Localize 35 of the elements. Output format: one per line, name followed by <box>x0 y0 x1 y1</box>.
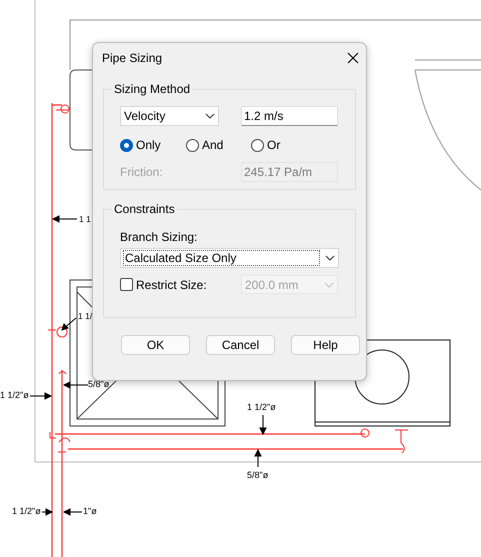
dimension-label: 1"ø <box>83 506 97 516</box>
chevron-down-icon <box>205 113 215 119</box>
dimension-label: 5/8"ø <box>88 379 110 389</box>
dropdown[interactable]: Velocity <box>120 106 219 126</box>
field-label: Friction: <box>120 164 164 181</box>
close-icon[interactable] <box>347 52 359 64</box>
dimension-arrow <box>52 215 78 223</box>
chevron-down-icon <box>325 255 335 261</box>
dimension-label: 5/8"ø <box>247 470 268 480</box>
checkbox[interactable]: Restrict Size: <box>120 276 241 294</box>
radio-button[interactable]: Only <box>120 136 186 154</box>
dropdown[interactable]: Calculated Size Only <box>120 248 339 268</box>
radio-button[interactable]: Or <box>251 136 280 154</box>
velocity-field[interactable]: 1.2 m/s <box>241 106 338 126</box>
dimension-arrow <box>254 448 262 468</box>
dimension-label: 1 1/2"ø <box>0 390 29 400</box>
dialog-button[interactable]: Help <box>291 335 360 355</box>
radio-button[interactable]: And <box>186 136 251 154</box>
dimension-arrow <box>62 381 88 389</box>
dialog-button[interactable]: OK <box>121 335 190 355</box>
window-title: Pipe Sizing <box>102 50 162 67</box>
dimension-arrow <box>62 508 82 516</box>
dimension-label: 1 1/ <box>78 311 92 321</box>
dimension-arrow <box>30 392 52 400</box>
dimension-arrow <box>42 508 54 516</box>
dimension-arrow <box>259 414 267 436</box>
dialog-button[interactable]: Cancel <box>206 335 275 355</box>
dimension-label: 1 1/2"ø <box>247 402 276 412</box>
dimension-label: 1 1 <box>79 214 91 224</box>
dimension-arrow <box>61 318 76 331</box>
dimension-label: 1 1/2"ø <box>12 506 41 516</box>
field-label: Branch Sizing: <box>120 229 198 246</box>
group-label: Sizing Method <box>113 81 192 98</box>
group-label: Constraints <box>113 201 176 218</box>
chevron-down-icon <box>324 282 334 288</box>
